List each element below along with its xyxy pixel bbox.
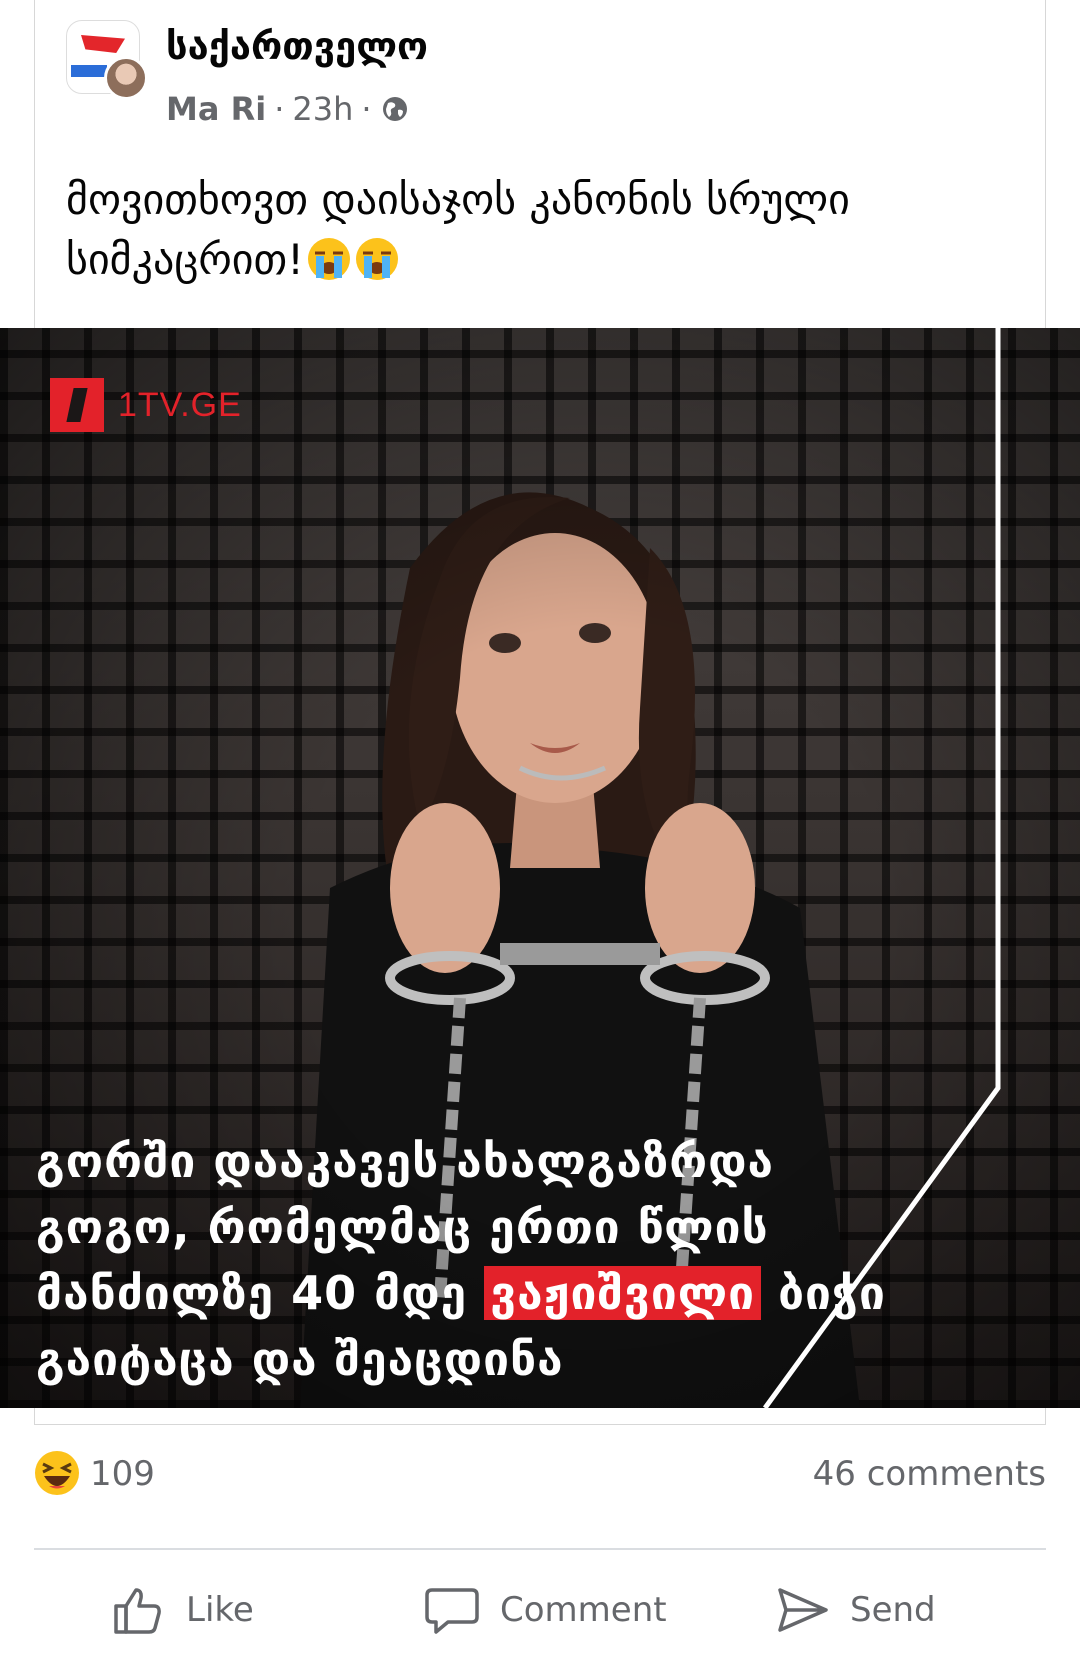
channel-logo: 1TV.GE [50,378,242,432]
like-label: Like [186,1590,254,1630]
send-arrow-icon [778,1588,828,1632]
comment-bubble-icon [425,1588,479,1634]
channel-logo-text: 1TV.GE [118,385,242,424]
image-caption: გორში დააკავეს ახალგაზრდა გოგო, რომელმაც… [36,1128,936,1392]
actions-divider [34,1548,1046,1550]
meta-separator: · [361,90,372,128]
post-text-content: მოვითხოვთ დაისაჯოს კანონის სრული სიმკაცრ… [66,175,850,284]
post-header: საქართველო Ma Ri · 23h · [66,18,966,128]
post-image[interactable]: 1TV.GE გორში დააკავეს ახალგაზრდა გოგო, რ… [0,328,1080,1408]
post-actions: Like Comment Send [34,1570,1046,1650]
send-button[interactable]: Send [774,1570,936,1650]
comment-label: Comment [500,1590,667,1630]
crying-face-emoji-icon [308,238,351,280]
post-meta: Ma Ri · 23h · [166,90,410,128]
comments-count[interactable]: 46 comments [813,1454,1046,1494]
crying-face-emoji-icon [356,238,399,280]
channel-logo-icon [50,378,104,432]
post-stats: 109 46 comments [34,1450,1046,1510]
meta-separator: · [274,90,285,128]
post-time[interactable]: 23h [292,90,353,128]
post-text: მოვითხოვთ დაისაჯოს კანონის სრული სიმკაცრ… [66,170,966,290]
author-avatar[interactable] [104,56,148,100]
author-name[interactable]: Ma Ri [166,90,266,128]
comment-button[interactable]: Comment [424,1570,667,1650]
reaction-count[interactable]: 109 [90,1454,155,1494]
group-avatar[interactable] [66,20,148,100]
caption-highlight: ვაჟიშვილი [484,1266,762,1320]
haha-emoji-icon[interactable] [34,1450,80,1496]
group-name[interactable]: საქართველო [166,24,428,68]
send-label: Send [850,1590,936,1630]
globe-icon [382,97,407,121]
like-button[interactable]: Like [110,1570,254,1650]
thumbs-up-icon [114,1588,161,1634]
